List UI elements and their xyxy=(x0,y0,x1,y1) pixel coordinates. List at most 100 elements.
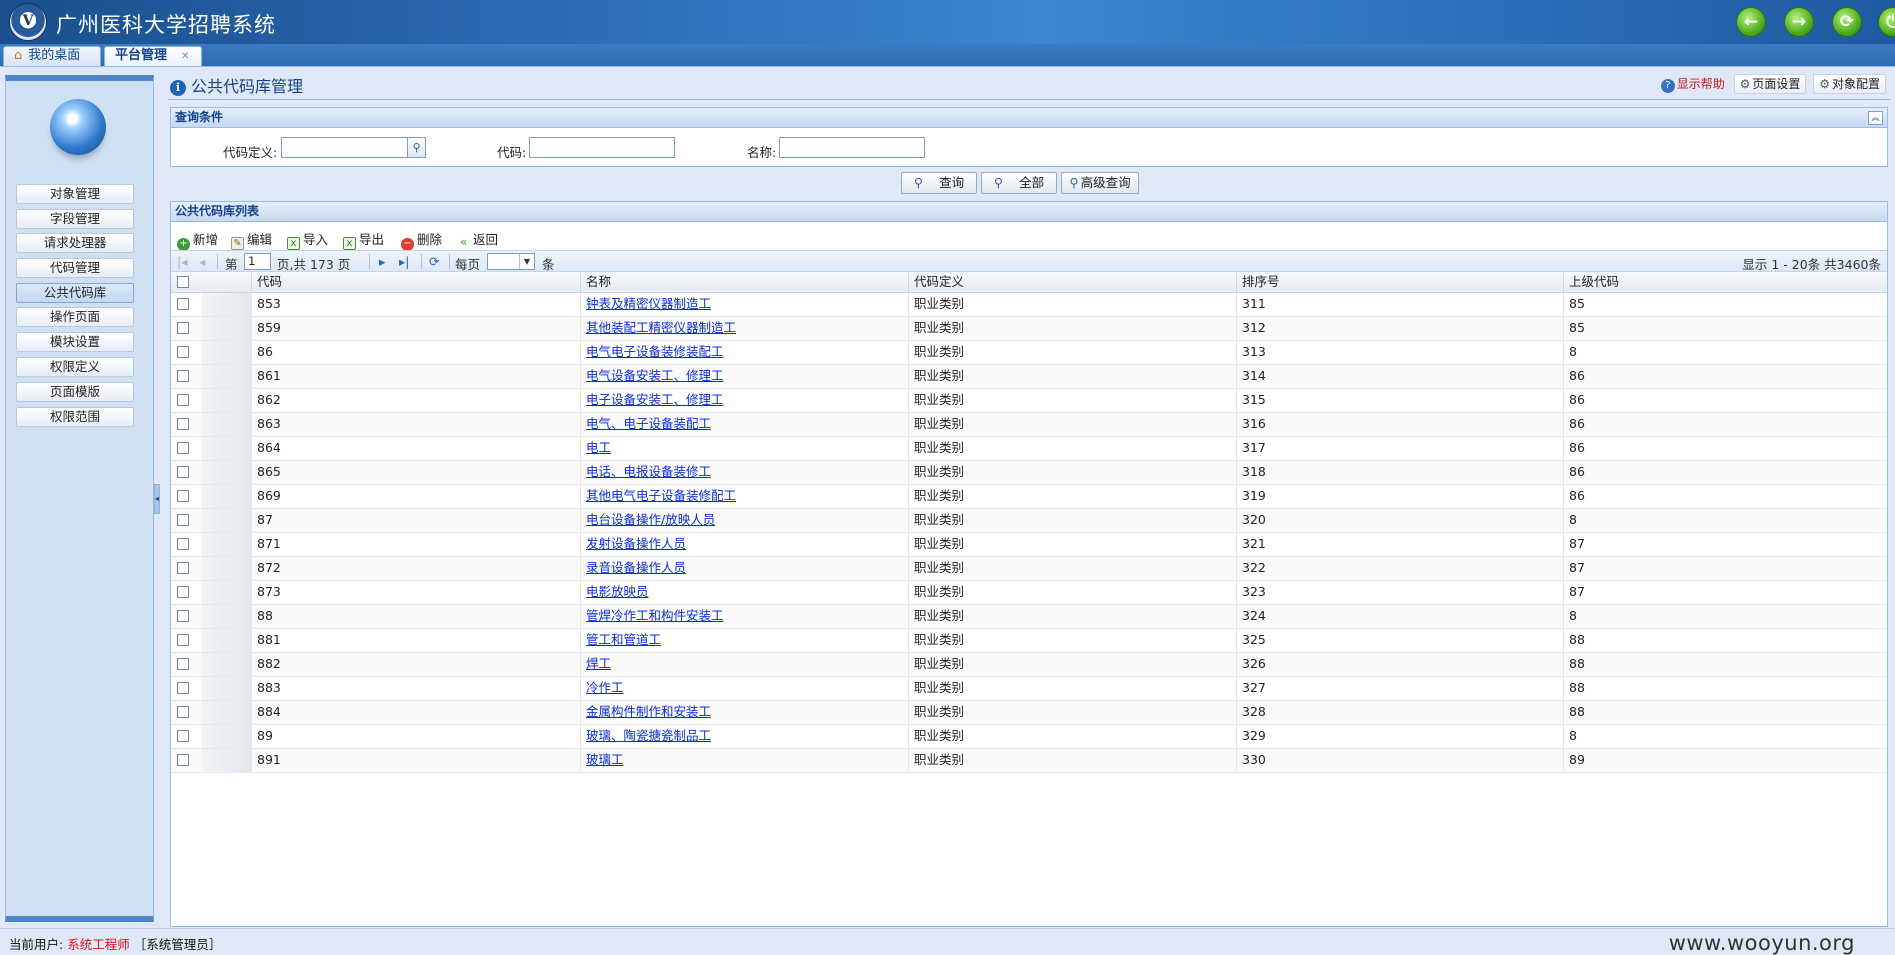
search-button[interactable]: ⚲ 查询 xyxy=(901,172,977,194)
table-row[interactable]: 871 发射设备操作人员 职业类别 321 87 xyxy=(171,533,1887,557)
row-checkbox[interactable] xyxy=(177,634,189,646)
row-checkbox[interactable] xyxy=(177,322,189,334)
table-row[interactable]: 862 电子设备安装工、修理工 职业类别 315 86 xyxy=(171,389,1887,413)
last-page-icon[interactable]: ▸| xyxy=(399,254,410,269)
code-def-input[interactable] xyxy=(281,137,409,158)
row-checkbox[interactable] xyxy=(177,538,189,550)
table-row[interactable]: 883 冷作工 职业类别 327 88 xyxy=(171,677,1887,701)
name-link[interactable]: 电气电子设备装修装配工 xyxy=(586,344,724,359)
select-all-checkbox[interactable] xyxy=(177,276,189,288)
name-link[interactable]: 电影放映员 xyxy=(586,584,649,599)
row-checkbox[interactable] xyxy=(177,754,189,766)
name-link[interactable]: 金属构件制作和安装工 xyxy=(586,704,711,719)
table-row[interactable]: 89 玻璃、陶瓷搪瓷制品工 职业类别 329 8 xyxy=(171,725,1887,749)
table-row[interactable]: 891 玻璃工 职业类别 330 89 xyxy=(171,749,1887,773)
tab-platform-management[interactable]: 平台管理 ✕ xyxy=(104,46,202,66)
name-link[interactable]: 电台设备操作/放映人员 xyxy=(586,512,715,527)
row-checkbox[interactable] xyxy=(177,586,189,598)
row-checkbox[interactable] xyxy=(177,730,189,742)
export-button[interactable]: x 导出 xyxy=(343,229,384,250)
name-link[interactable]: 玻璃、陶瓷搪瓷制品工 xyxy=(586,728,711,743)
row-checkbox[interactable] xyxy=(177,298,189,310)
name-link[interactable]: 其他装配工精密仪器制造工 xyxy=(586,320,736,335)
next-page-icon[interactable]: ▸ xyxy=(379,254,385,269)
collapse-icon[interactable]: ︽ xyxy=(1868,111,1883,125)
close-icon[interactable]: ✕ xyxy=(181,48,189,66)
row-checkbox[interactable] xyxy=(177,466,189,478)
column-header-sort[interactable]: 排序号 xyxy=(1236,272,1563,293)
sidebar-item-field-management[interactable]: 字段管理 xyxy=(16,209,134,229)
refresh-icon[interactable]: ⟳ xyxy=(1832,7,1862,37)
power-icon[interactable]: ⏻ xyxy=(1878,7,1895,37)
column-header-parent-code[interactable]: 上级代码 xyxy=(1563,272,1887,293)
sidebar-item-operation-pages[interactable]: 操作页面 xyxy=(16,307,134,327)
import-button[interactable]: x 导入 xyxy=(287,229,328,250)
row-checkbox[interactable] xyxy=(177,490,189,502)
name-link[interactable]: 冷作工 xyxy=(586,680,624,695)
column-header-code[interactable]: 代码 xyxy=(251,272,580,293)
edit-button[interactable]: ✎ 编辑 xyxy=(231,229,272,250)
table-row[interactable]: 863 电气、电子设备装配工 职业类别 316 86 xyxy=(171,413,1887,437)
show-help-link[interactable]: ? 显示帮助 xyxy=(1660,75,1725,93)
sidebar-collapse-handle[interactable]: ◂ xyxy=(154,484,160,514)
name-link[interactable]: 管焊冷作工和构件安装工 xyxy=(586,608,724,623)
advanced-search-button[interactable]: ⚲ 高级查询 xyxy=(1061,172,1139,194)
sidebar-item-object-management[interactable]: 对象管理 xyxy=(16,184,134,204)
row-checkbox[interactable] xyxy=(177,682,189,694)
row-checkbox[interactable] xyxy=(177,562,189,574)
table-row[interactable]: 859 其他装配工精密仪器制造工 职业类别 312 85 xyxy=(171,317,1887,341)
table-row[interactable]: 864 电工 职业类别 317 86 xyxy=(171,437,1887,461)
table-row[interactable]: 869 其他电气电子设备装修配工 职业类别 319 86 xyxy=(171,485,1887,509)
first-page-icon[interactable]: |◂ xyxy=(177,254,188,269)
row-checkbox[interactable] xyxy=(177,514,189,526)
page-settings-button[interactable]: ⚙ 页面设置 xyxy=(1733,74,1807,94)
row-checkbox[interactable] xyxy=(177,418,189,430)
name-link[interactable]: 管工和管道工 xyxy=(586,632,661,647)
table-row[interactable]: 861 电气设备安装工、修理工 职业类别 314 86 xyxy=(171,365,1887,389)
table-row[interactable]: 881 管工和管道工 职业类别 325 88 xyxy=(171,629,1887,653)
all-button[interactable]: ⚲ 全部 xyxy=(981,172,1057,194)
delete-button[interactable]: − 删除 xyxy=(401,229,442,251)
tab-my-desktop[interactable]: ⌂ 我的桌面 xyxy=(3,46,101,66)
name-link[interactable]: 玻璃工 xyxy=(586,752,624,767)
prev-page-icon[interactable]: ◂ xyxy=(199,254,205,269)
row-checkbox[interactable] xyxy=(177,346,189,358)
sidebar-item-page-templates[interactable]: 页面模版 xyxy=(16,382,134,402)
name-link[interactable]: 电气设备安装工、修理工 xyxy=(586,368,724,383)
sidebar-item-public-code-library[interactable]: 公共代码库 xyxy=(16,283,134,303)
code-input[interactable] xyxy=(529,137,675,158)
column-header-name[interactable]: 名称 xyxy=(580,272,908,293)
row-checkbox[interactable] xyxy=(177,706,189,718)
name-link[interactable]: 电话、电报设备装修工 xyxy=(586,464,711,479)
column-header-code-def[interactable]: 代码定义 xyxy=(908,272,1236,293)
table-row[interactable]: 853 钟表及精密仪器制造工 职业类别 311 85 xyxy=(171,293,1887,317)
row-checkbox[interactable] xyxy=(177,442,189,454)
table-row[interactable]: 882 焊工 职业类别 326 88 xyxy=(171,653,1887,677)
row-checkbox[interactable] xyxy=(177,610,189,622)
name-link[interactable]: 电子设备安装工、修理工 xyxy=(586,392,724,407)
name-link[interactable]: 焊工 xyxy=(586,656,611,671)
row-checkbox[interactable] xyxy=(177,394,189,406)
name-link[interactable]: 钟表及精密仪器制造工 xyxy=(586,296,711,311)
table-row[interactable]: 86 电气电子设备装修装配工 职业类别 313 8 xyxy=(171,341,1887,365)
sidebar-item-code-management[interactable]: 代码管理 xyxy=(16,258,134,278)
table-row[interactable]: 873 电影放映员 职业类别 323 87 xyxy=(171,581,1887,605)
row-checkbox[interactable] xyxy=(177,658,189,670)
table-row[interactable]: 88 管焊冷作工和构件安装工 职业类别 324 8 xyxy=(171,605,1887,629)
name-link[interactable]: 电气、电子设备装配工 xyxy=(586,416,711,431)
object-config-button[interactable]: ⚙ 对象配置 xyxy=(1813,74,1886,94)
table-row[interactable]: 865 电话、电报设备装修工 职业类别 318 86 xyxy=(171,461,1887,485)
name-link[interactable]: 录音设备操作人员 xyxy=(586,560,686,575)
table-row[interactable]: 872 录音设备操作人员 职业类别 322 87 xyxy=(171,557,1887,581)
table-row[interactable]: 87 电台设备操作/放映人员 职业类别 320 8 xyxy=(171,509,1887,533)
add-button[interactable]: + 新增 xyxy=(177,229,218,251)
page-number-input[interactable]: 1 xyxy=(244,253,271,270)
refresh-icon[interactable]: ⟳ xyxy=(429,254,439,269)
name-input[interactable] xyxy=(779,137,925,158)
per-page-select[interactable]: ▼ xyxy=(487,253,535,270)
forward-arrow-icon[interactable]: → xyxy=(1784,7,1814,37)
back-button[interactable]: « 返回 xyxy=(457,229,498,249)
name-link[interactable]: 电工 xyxy=(586,440,611,455)
sidebar-item-request-handler[interactable]: 请求处理器 xyxy=(16,233,134,253)
name-link[interactable]: 其他电气电子设备装修配工 xyxy=(586,488,736,503)
